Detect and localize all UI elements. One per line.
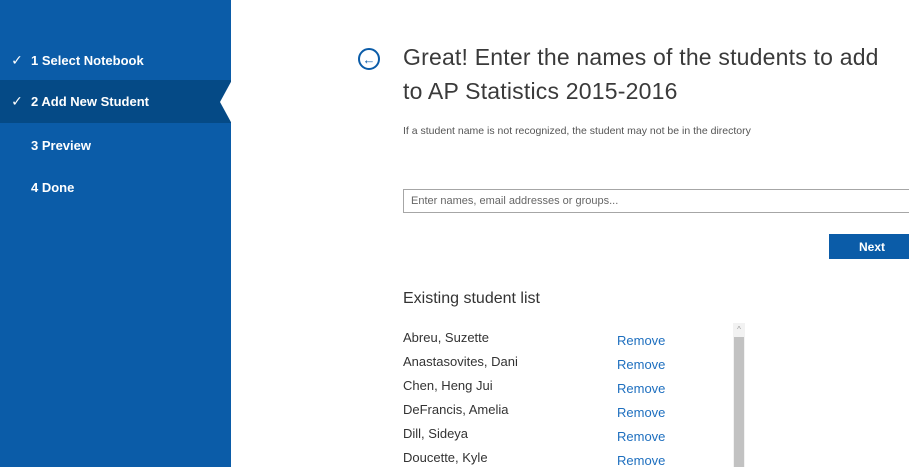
- remove-link[interactable]: Remove: [617, 357, 665, 372]
- directory-hint: If a student name is not recognized, the…: [403, 125, 751, 137]
- student-names-input[interactable]: [403, 189, 909, 213]
- remove-link[interactable]: Remove: [617, 405, 665, 420]
- step-done[interactable]: 4 Done: [0, 166, 231, 209]
- scroll-thumb[interactable]: [734, 337, 744, 467]
- remove-link[interactable]: Remove: [617, 429, 665, 444]
- page-title: Great! Enter the names of the students t…: [403, 44, 879, 104]
- list-item: Dill, Sideya Remove: [403, 426, 733, 450]
- step-label: 1 Select Notebook: [31, 53, 144, 68]
- scroll-up-arrow-icon[interactable]: ^: [733, 323, 745, 336]
- active-step-pointer: [220, 80, 232, 124]
- student-list-scrollbar[interactable]: ^: [733, 323, 745, 467]
- student-name: DeFrancis, Amelia: [403, 402, 509, 417]
- student-name: Dill, Sideya: [403, 426, 469, 441]
- check-icon: ✓: [11, 93, 23, 109]
- step-preview[interactable]: 3 Preview: [0, 124, 231, 167]
- step-label: 3 Preview: [31, 138, 91, 153]
- step-select-notebook[interactable]: ✓ 1 Select Notebook: [0, 39, 231, 82]
- existing-student-list-heading: Existing student list: [403, 290, 540, 307]
- remove-link[interactable]: Remove: [617, 381, 665, 396]
- list-item: Doucette, Kyle Remove: [403, 450, 733, 467]
- student-name: Doucette, Kyle: [403, 450, 488, 465]
- remove-link[interactable]: Remove: [617, 453, 665, 467]
- student-list: Abreu, Suzette Remove Anastasovites, Dan…: [403, 330, 733, 467]
- student-name: Anastasovites, Dani: [403, 354, 518, 369]
- back-arrow-icon[interactable]: ←: [358, 48, 380, 70]
- next-button[interactable]: Next: [829, 234, 909, 259]
- step-add-new-student[interactable]: ✓ 2 Add New Student: [0, 80, 231, 123]
- list-item: Abreu, Suzette Remove: [403, 330, 733, 354]
- check-icon: ✓: [11, 52, 23, 68]
- wizard-sidebar: ✓ 1 Select Notebook ✓ 2 Add New Student …: [0, 0, 232, 467]
- step-label: 2 Add New Student: [31, 94, 149, 109]
- remove-link[interactable]: Remove: [617, 333, 665, 348]
- list-item: DeFrancis, Amelia Remove: [403, 402, 733, 426]
- step-label: 4 Done: [31, 180, 75, 195]
- student-name: Chen, Heng Jui: [403, 378, 493, 393]
- list-item: Chen, Heng Jui Remove: [403, 378, 733, 402]
- list-item: Anastasovites, Dani Remove: [403, 354, 733, 378]
- student-name: Abreu, Suzette: [403, 330, 489, 345]
